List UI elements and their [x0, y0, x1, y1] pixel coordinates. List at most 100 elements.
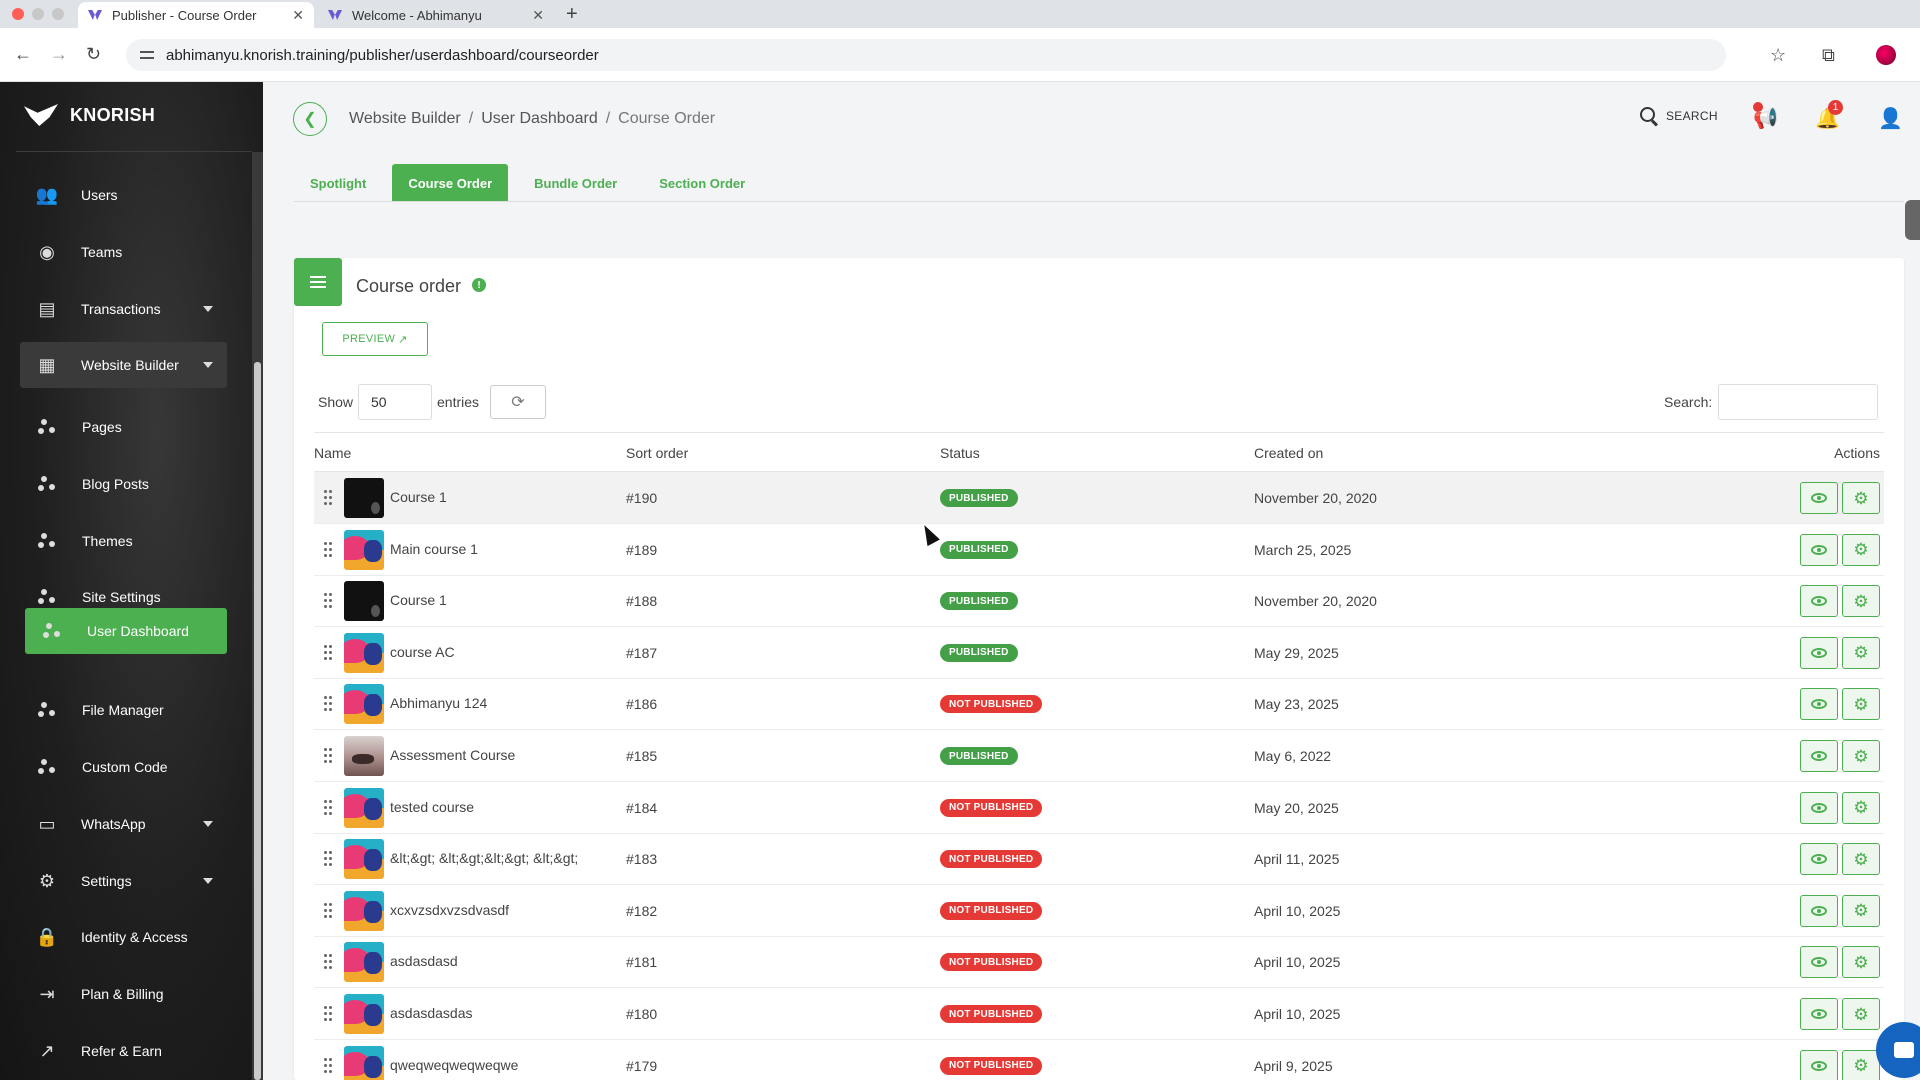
- sidebar-scrollbar-thumb[interactable]: [254, 362, 261, 1080]
- view-button[interactable]: [1800, 894, 1838, 927]
- drag-handle-icon[interactable]: [324, 541, 334, 558]
- reload-icon[interactable]: ↻: [86, 44, 101, 65]
- window-minimize-button[interactable]: [32, 8, 44, 20]
- brand-logo[interactable]: KNORISH: [24, 104, 155, 126]
- profile-avatar[interactable]: [1876, 45, 1896, 65]
- drag-handle-icon[interactable]: [324, 851, 334, 867]
- preview-button[interactable]: PREVIEW ↗: [322, 322, 428, 356]
- browser-tab-welcome[interactable]: Welcome - Abhimanyu ✕: [318, 2, 554, 28]
- view-button[interactable]: [1800, 843, 1838, 876]
- url-field[interactable]: abhimanyu.knorish.training/publisher/use…: [126, 39, 1726, 71]
- sidebar-item-whatsapp[interactable]: ▭ WhatsApp: [20, 801, 227, 847]
- extensions-icon[interactable]: ⧉: [1822, 45, 1835, 66]
- table-row[interactable]: asdasdasdas #180 NOT PUBLISHED April 10,…: [314, 988, 1884, 1040]
- column-header-sort-order[interactable]: Sort order: [626, 445, 688, 461]
- sidebar-item-transactions[interactable]: ▤ Transactions: [20, 286, 227, 332]
- settings-button[interactable]: ⚙: [1842, 791, 1880, 824]
- close-icon[interactable]: ✕: [292, 7, 304, 24]
- table-row[interactable]: Main course 1 #189 PUBLISHED March 25, 2…: [314, 524, 1884, 576]
- drag-handle-icon[interactable]: [324, 490, 334, 506]
- view-button[interactable]: [1800, 1049, 1838, 1080]
- sidebar-item-plan-billing[interactable]: ⇥ Plan & Billing: [20, 971, 227, 1017]
- settings-button[interactable]: ⚙: [1842, 998, 1880, 1030]
- breadcrumb-user-dashboard[interactable]: User Dashboard: [481, 110, 598, 127]
- sidebar-item-file-manager[interactable]: File Manager: [20, 687, 227, 733]
- settings-button[interactable]: ⚙: [1842, 533, 1880, 566]
- table-row[interactable]: Course 1 #190 PUBLISHED November 20, 202…: [314, 472, 1884, 524]
- column-header-name[interactable]: Name: [314, 445, 351, 461]
- header-search-button[interactable]: SEARCH: [1640, 107, 1718, 125]
- sidebar-item-identity-access[interactable]: 🔒 Identity & Access: [20, 914, 227, 960]
- sidebar-item-users[interactable]: 👥 Users: [20, 172, 227, 218]
- info-icon[interactable]: !: [472, 278, 486, 292]
- back-button[interactable]: ❮: [293, 102, 327, 136]
- drag-handle-icon[interactable]: [324, 799, 334, 816]
- sidebar-item-refer-earn[interactable]: ↗ Refer & Earn: [20, 1028, 227, 1074]
- sidebar-item-website-builder[interactable]: ▦ Website Builder: [20, 342, 227, 388]
- drag-handle-icon[interactable]: [324, 1006, 334, 1022]
- tab-spotlight[interactable]: Spotlight: [294, 164, 382, 202]
- view-button[interactable]: [1800, 585, 1838, 618]
- table-row[interactable]: course AC #187 PUBLISHED May 29, 2025 ⚙: [314, 627, 1884, 679]
- window-maximize-button[interactable]: [52, 8, 64, 20]
- table-row[interactable]: xcxvzsdxvzsdvasdf #182 NOT PUBLISHED Apr…: [314, 885, 1884, 937]
- drag-handle-icon[interactable]: [324, 1057, 334, 1074]
- settings-button[interactable]: ⚙: [1842, 740, 1880, 772]
- table-search-input[interactable]: [1718, 384, 1878, 420]
- settings-button[interactable]: ⚙: [1842, 636, 1880, 669]
- browser-tab-publisher[interactable]: Publisher - Course Order ✕: [78, 2, 314, 28]
- table-row[interactable]: qweqweqweqweqwe #179 NOT PUBLISHED April…: [314, 1040, 1884, 1080]
- settings-button[interactable]: ⚙: [1842, 1049, 1880, 1080]
- view-button[interactable]: [1800, 533, 1838, 566]
- forward-arrow-icon[interactable]: →: [50, 44, 68, 65]
- sidebar-item-teams[interactable]: ◉ Teams: [20, 229, 227, 275]
- drag-handle-icon[interactable]: [324, 748, 334, 764]
- view-button[interactable]: [1800, 482, 1838, 514]
- new-tab-button[interactable]: +: [566, 3, 578, 26]
- bookmark-star-icon[interactable]: ☆: [1770, 45, 1786, 66]
- view-button[interactable]: [1800, 688, 1838, 721]
- view-button[interactable]: [1800, 740, 1838, 772]
- tab-course-order[interactable]: Course Order: [392, 164, 509, 202]
- table-row[interactable]: asdasdasd #181 NOT PUBLISHED April 10, 2…: [314, 936, 1884, 989]
- column-header-created-on[interactable]: Created on: [1254, 445, 1323, 461]
- sidebar-item-user-dashboard[interactable]: User Dashboard: [25, 608, 227, 654]
- settings-button[interactable]: ⚙: [1842, 843, 1880, 876]
- sidebar-item-custom-code[interactable]: Custom Code: [20, 744, 227, 790]
- breadcrumb-website-builder[interactable]: Website Builder: [349, 110, 461, 127]
- back-arrow-icon[interactable]: ←: [14, 44, 32, 65]
- table-row[interactable]: Course 1 #188 PUBLISHED November 20, 202…: [314, 575, 1884, 628]
- view-button[interactable]: [1800, 998, 1838, 1030]
- refresh-button[interactable]: ⟳: [490, 385, 546, 419]
- site-settings-icon[interactable]: [140, 48, 154, 62]
- side-panel-toggle[interactable]: [1905, 200, 1920, 240]
- drag-handle-icon[interactable]: [324, 902, 334, 919]
- drag-handle-icon[interactable]: [324, 644, 334, 661]
- sidebar-item-blog-posts[interactable]: Blog Posts: [20, 461, 227, 507]
- tab-bundle-order[interactable]: Bundle Order: [518, 164, 633, 202]
- user-icon[interactable]: 👤: [1878, 106, 1903, 131]
- column-header-status[interactable]: Status: [940, 445, 980, 461]
- drag-handle-icon[interactable]: [324, 593, 334, 609]
- settings-button[interactable]: ⚙: [1842, 894, 1880, 927]
- table-row[interactable]: tested course #184 NOT PUBLISHED May 20,…: [314, 782, 1884, 834]
- drag-handle-icon[interactable]: [324, 954, 334, 970]
- settings-button[interactable]: ⚙: [1842, 688, 1880, 721]
- drag-handle-icon[interactable]: [324, 696, 334, 712]
- table-row[interactable]: Abhimanyu 124 #186 NOT PUBLISHED May 23,…: [314, 678, 1884, 731]
- view-button[interactable]: [1800, 791, 1838, 824]
- view-button[interactable]: [1800, 946, 1838, 979]
- sidebar-item-pages[interactable]: Pages: [20, 404, 227, 450]
- sidebar-item-settings[interactable]: ⚙ Settings: [20, 858, 227, 904]
- tab-section-order[interactable]: Section Order: [643, 164, 761, 202]
- settings-button[interactable]: ⚙: [1842, 946, 1880, 979]
- table-row[interactable]: Assessment Course #185 PUBLISHED May 6, …: [314, 730, 1884, 782]
- window-close-button[interactable]: [12, 8, 24, 20]
- settings-button[interactable]: ⚙: [1842, 585, 1880, 618]
- settings-button[interactable]: ⚙: [1842, 482, 1880, 514]
- sidebar-item-themes[interactable]: Themes: [20, 518, 227, 564]
- table-row[interactable]: &lt;&gt; &lt;&gt;&lt;&gt; &lt;&gt; #183 …: [314, 833, 1884, 886]
- entries-per-page-input[interactable]: [358, 384, 432, 420]
- close-icon[interactable]: ✕: [532, 7, 544, 24]
- view-button[interactable]: [1800, 636, 1838, 669]
